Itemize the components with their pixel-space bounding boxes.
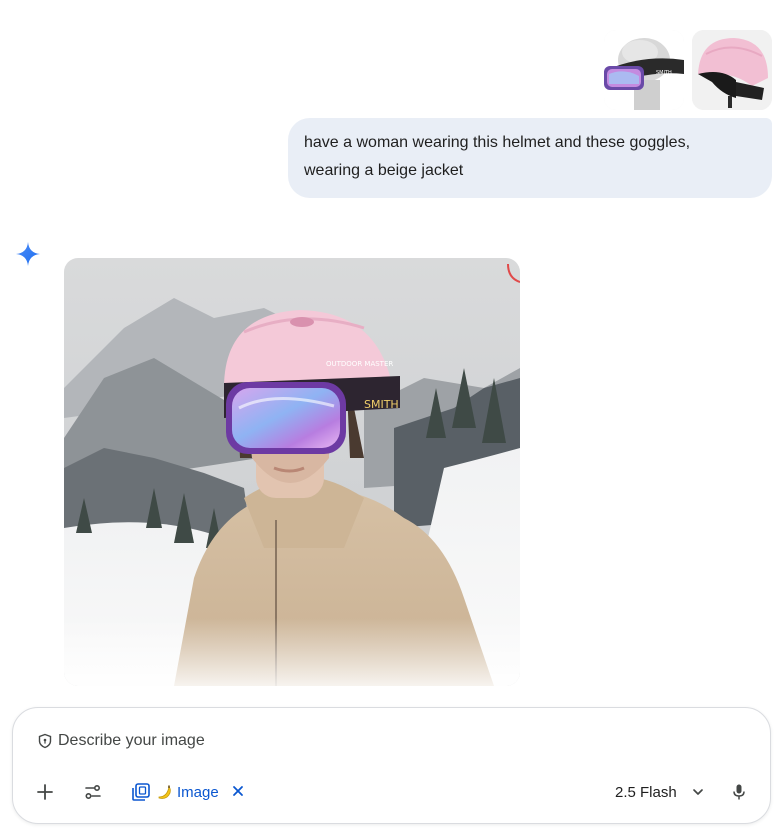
helmet-brand-text: OUTDOOR MASTER [326, 360, 393, 368]
model-selector[interactable]: 2.5 Flash [615, 780, 707, 804]
plus-icon [37, 784, 53, 800]
gemini-sparkle-icon [15, 241, 41, 267]
generated-image[interactable]: OUTDOOR MASTER SMITH [64, 258, 520, 686]
goggles-attachment-thumbnail[interactable]: SMITH [604, 30, 684, 110]
svg-text:SMITH: SMITH [656, 70, 672, 76]
user-message-line-1: have a woman wearing this helmet and the… [304, 134, 691, 151]
strap-brand-text: SMITH [364, 398, 399, 411]
microphone-button[interactable] [727, 780, 751, 804]
user-message-bubble: have a woman wearing this helmet and the… [288, 118, 772, 198]
microphone-icon [733, 784, 745, 800]
remove-image-tool-button[interactable] [229, 782, 247, 800]
chevron-down-icon [692, 789, 703, 795]
banana-emoji-icon [158, 785, 171, 799]
shield-icon [37, 733, 53, 749]
prompt-row [37, 730, 578, 752]
image-stack-icon [132, 783, 150, 801]
tune-icon [85, 784, 101, 800]
image-tool-chip[interactable]: Image [131, 780, 219, 804]
tools-button[interactable] [81, 780, 105, 804]
helmet-attachment-thumbnail[interactable] [692, 30, 772, 110]
prompt-composer: Image 2.5 Flash [12, 707, 771, 824]
image-tool-chip-label: Image [177, 783, 219, 801]
user-message-line-2: wearing a beige jacket [304, 162, 464, 179]
close-icon [233, 786, 243, 796]
model-selector-label: 2.5 Flash [615, 783, 677, 801]
prompt-input[interactable] [58, 732, 578, 750]
add-button[interactable] [33, 780, 57, 804]
